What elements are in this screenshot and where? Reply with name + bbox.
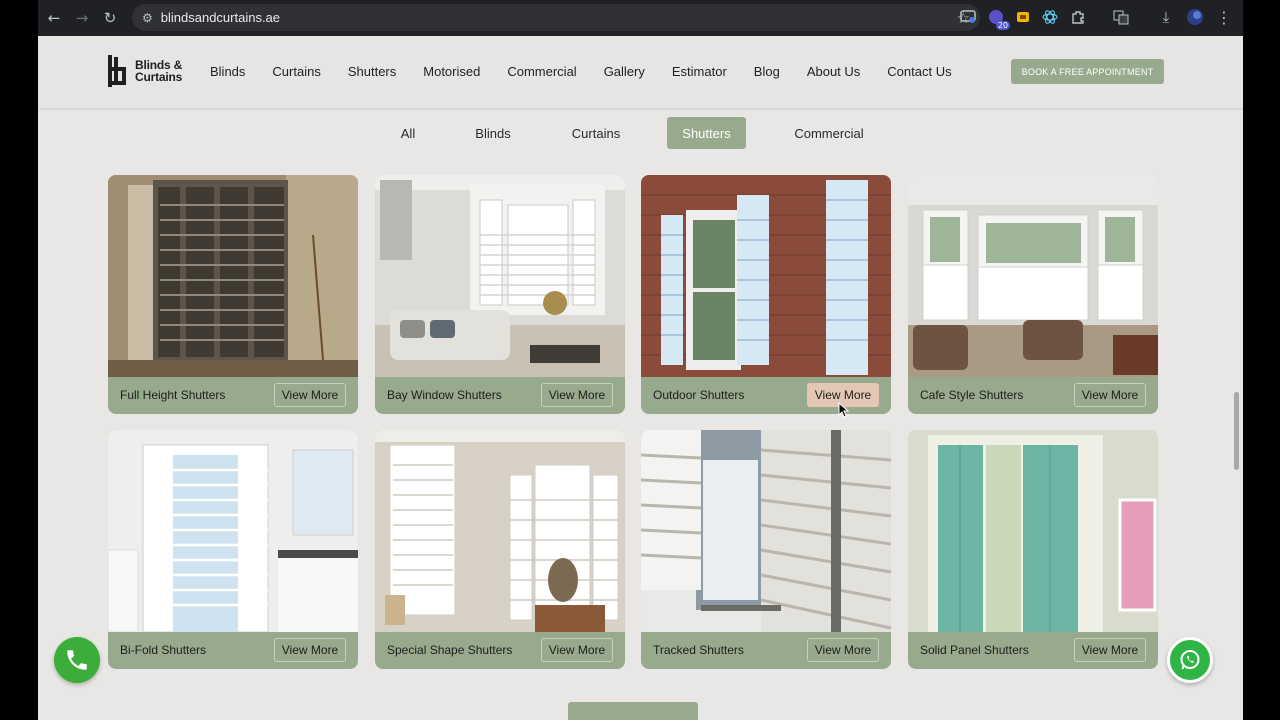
extension-react-icon[interactable] (1040, 7, 1060, 27)
site-logo[interactable]: Blinds & Curtains (108, 55, 182, 87)
forward-icon[interactable]: → (68, 4, 96, 32)
nav-blinds[interactable]: Blinds (210, 64, 245, 79)
card-photo (108, 430, 358, 632)
nav-estimator[interactable]: Estimator (672, 64, 727, 79)
mouse-cursor-icon (838, 402, 850, 418)
page-scrollbar[interactable] (1234, 392, 1239, 470)
view-more-button[interactable]: View More (274, 383, 346, 407)
card-title: Bi-Fold Shutters (120, 643, 207, 657)
gallery-card[interactable]: Special Shape Shutters View More (375, 430, 625, 669)
load-more-button[interactable] (568, 702, 698, 720)
extension-yellow-icon[interactable] (1013, 7, 1033, 27)
view-more-button[interactable]: View More (1074, 638, 1146, 662)
logo-mark-icon (108, 55, 130, 87)
filter-shutters[interactable]: Shutters (667, 117, 746, 149)
gallery-card[interactable]: Bay Window Shutters View More (375, 175, 625, 414)
view-more-button[interactable]: View More (1074, 383, 1146, 407)
call-button[interactable] (54, 637, 100, 683)
download-icon[interactable]: ⤓ (1156, 7, 1176, 27)
nav-gallery[interactable]: Gallery (604, 64, 645, 79)
filter-all[interactable]: All (388, 117, 428, 149)
nav-commercial[interactable]: Commercial (507, 64, 576, 79)
view-more-button[interactable]: View More (541, 383, 613, 407)
card-photo (908, 175, 1158, 377)
nav-blog[interactable]: Blog (754, 64, 780, 79)
card-title: Bay Window Shutters (387, 388, 502, 402)
gallery-card[interactable]: Bi-Fold Shutters View More (108, 430, 358, 669)
nav-shutters[interactable]: Shutters (348, 64, 396, 79)
logo-text-line2: Curtains (135, 70, 183, 84)
gallery-card[interactable]: Tracked Shutters View More (641, 430, 891, 669)
site-header: Blinds & Curtains Blinds Curtains Shutte… (38, 36, 1243, 108)
translate-icon[interactable] (1111, 7, 1131, 27)
gallery-card[interactable]: Cafe Style Shutters View More (908, 175, 1158, 414)
card-photo (375, 175, 625, 377)
filter-blinds[interactable]: Blinds (463, 117, 523, 149)
card-photo (108, 175, 358, 377)
back-icon[interactable]: ← (40, 4, 68, 32)
phone-icon (67, 650, 87, 670)
card-title: Cafe Style Shutters (920, 388, 1024, 402)
whatsapp-button[interactable] (1167, 637, 1213, 683)
gallery-filter-tabs: All Blinds Curtains Shutters Commercial (38, 117, 1243, 149)
view-more-button[interactable]: View More (541, 638, 613, 662)
card-title: Special Shape Shutters (387, 643, 513, 657)
filter-commercial[interactable]: Commercial (779, 117, 879, 149)
card-title: Tracked Shutters (653, 643, 744, 657)
card-photo (375, 430, 625, 632)
book-appointment-button[interactable]: BOOK A FREE APPOINTMENT (1011, 59, 1164, 84)
extension-screen-icon[interactable] (958, 7, 978, 27)
logo-text: Blinds & Curtains (135, 59, 182, 83)
extensions-puzzle-icon[interactable] (1068, 7, 1088, 27)
browser-menu-icon[interactable]: ⋮ (1214, 7, 1234, 27)
site-info-icon[interactable]: ⚙ (142, 11, 153, 25)
gallery-card[interactable]: Outdoor Shutters View More (641, 175, 891, 414)
nav-about-us[interactable]: About Us (807, 64, 860, 79)
gallery-card[interactable]: Full Height Shutters View More (108, 175, 358, 414)
url-text[interactable]: blindsandcurtains.ae (161, 10, 280, 25)
nav-contact-us[interactable]: Contact Us (887, 64, 951, 79)
profile-avatar-icon[interactable] (1185, 7, 1205, 27)
view-more-button[interactable]: View More (274, 638, 346, 662)
extension-badge: 20 (995, 21, 1010, 30)
browser-toolbar: ← → ↻ ⚙ blindsandcurtains.ae ☆ 20 ⤓ ⋮ (38, 0, 1243, 36)
view-more-button[interactable]: View More (807, 638, 879, 662)
nav-motorised[interactable]: Motorised (423, 64, 480, 79)
reload-icon[interactable]: ↻ (96, 4, 124, 32)
card-photo (641, 430, 891, 632)
gallery-card[interactable]: Solid Panel Shutters View More (908, 430, 1158, 669)
address-bar[interactable]: ⚙ blindsandcurtains.ae ☆ (132, 4, 980, 31)
extension-counter-icon[interactable]: 20 (986, 7, 1010, 30)
main-nav: Blinds Curtains Shutters Motorised Comme… (210, 64, 979, 79)
nav-curtains[interactable]: Curtains (272, 64, 320, 79)
filter-curtains[interactable]: Curtains (558, 117, 634, 149)
card-photo (908, 430, 1158, 632)
card-title: Outdoor Shutters (653, 388, 745, 402)
whatsapp-icon (1180, 650, 1200, 670)
card-title: Full Height Shutters (120, 388, 226, 402)
webpage: Blinds & Curtains Blinds Curtains Shutte… (38, 36, 1243, 720)
card-photo (641, 175, 891, 377)
card-title: Solid Panel Shutters (920, 643, 1029, 657)
